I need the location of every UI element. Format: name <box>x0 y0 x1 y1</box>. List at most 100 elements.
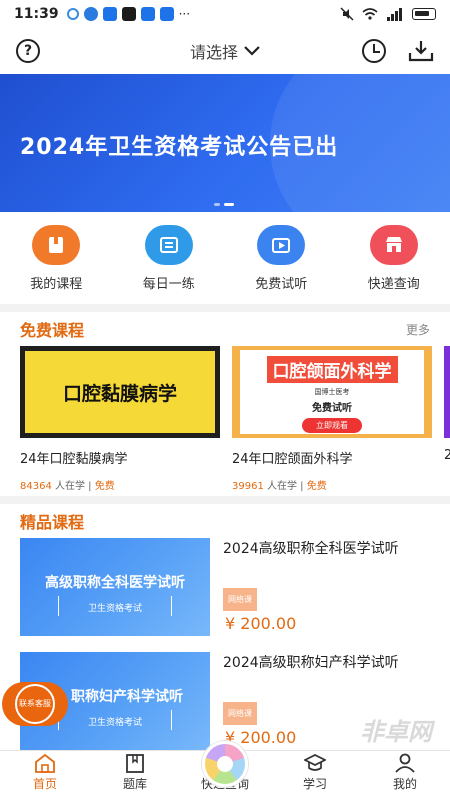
notif-app-icon-4 <box>121 7 136 21</box>
notif-app-icon-6 <box>159 7 174 21</box>
exam-selector-label: 请选择 <box>189 43 239 62</box>
thumbnail-tag: 免费试听 <box>312 403 352 414</box>
quick-nav-my-courses[interactable]: 我的课程 <box>6 224 106 292</box>
practice-icon <box>144 224 193 265</box>
course-thumbnail: 高级职称全科医学试听 卫生资格考试 <box>20 538 210 636</box>
quick-nav-label: 快递查询 <box>367 276 420 292</box>
free-courses-header: 免费课程 更多 <box>0 312 450 346</box>
wifi-icon <box>362 8 378 20</box>
video-icon <box>257 224 306 265</box>
quick-nav-free-trial[interactable]: 免费试听 <box>231 224 331 292</box>
status-time: 11:39 <box>14 6 59 22</box>
quick-nav-label: 每日一练 <box>142 276 195 292</box>
notif-more: ··· <box>178 7 191 21</box>
notif-app-icon-1 <box>66 8 79 20</box>
course-price: ¥ 200.00 <box>225 614 297 633</box>
mute-icon <box>340 7 354 21</box>
watermark: 非卓网 <box>360 718 432 746</box>
course-name: 2 <box>444 448 450 463</box>
free-courses-more-link[interactable]: 更多 <box>406 321 430 338</box>
chevron-down-icon <box>244 46 260 56</box>
tab-mine[interactable]: 我的 <box>365 753 445 792</box>
exam-selector[interactable]: 请选择 <box>190 39 260 63</box>
book-icon <box>32 224 81 265</box>
express-query-icon <box>202 741 248 787</box>
banner-dot <box>214 203 220 206</box>
tab-express-query[interactable]: 快递查询 <box>185 741 265 792</box>
tab-label: 我的 <box>392 777 417 791</box>
notification-icons: ··· <box>66 7 191 21</box>
learner-suffix: 人在学 <box>51 481 85 492</box>
tab-question-bank[interactable]: 题库 <box>95 753 175 792</box>
user-icon <box>395 753 415 773</box>
free-courses-title: 免费课程 <box>20 321 85 340</box>
notif-app-icon-2 <box>83 7 98 21</box>
thumbnail-watch-button: 立即观看 <box>302 418 362 433</box>
notif-app-icon-5 <box>140 7 155 21</box>
graduation-cap-icon <box>304 754 326 771</box>
premium-courses-header: 精品课程 <box>0 504 450 538</box>
download-icon[interactable] <box>408 39 434 63</box>
tab-label: 首页 <box>32 777 57 791</box>
free-courses-list: 口腔黏膜病学 24年口腔黏膜病学 84364 人在学 | 免费 口腔颌面外科学 … <box>0 346 450 496</box>
thumbnail-subtitle: 卫生资格考试 <box>87 604 142 614</box>
history-clock-icon[interactable] <box>362 39 386 63</box>
course-title: 2024高级职称妇产科学试听 <box>223 655 399 671</box>
banner-title: 2024年卫生资格考试公告已出 <box>20 135 339 160</box>
course-thumbnail: 口腔黏膜病学 <box>20 346 220 438</box>
course-meta: 39961 人在学 | 免费 <box>232 477 432 492</box>
promo-banner[interactable]: 2024年卫生资格考试公告已出 <box>0 74 450 212</box>
course-thumbnail <box>444 346 450 438</box>
learner-count: 39961 <box>232 481 264 492</box>
banner-dot-active <box>224 203 234 206</box>
thumbnail-title: 口腔颌面外科学 <box>266 356 398 383</box>
thumbnail-title: 口腔黏膜病学 <box>25 351 215 433</box>
meta-separator: | <box>85 481 95 492</box>
free-courses-section: 免费课程 更多 口腔黏膜病学 24年口腔黏膜病学 84364 人在学 | 免费 … <box>0 312 450 496</box>
app-header: ? 请选择 <box>0 28 450 74</box>
quick-nav-label: 免费试听 <box>255 276 308 292</box>
customer-service-button[interactable]: 联系客服 <box>2 682 68 726</box>
free-tag: 免费 <box>306 481 327 492</box>
help-icon[interactable]: ? <box>16 39 40 63</box>
question-bank-icon <box>126 754 144 773</box>
home-icon <box>35 753 55 773</box>
learner-count: 84364 <box>20 481 52 492</box>
course-type-badge: 网络课 <box>223 588 257 611</box>
thumbnail-title: 高级职称全科医学试听 <box>45 575 185 591</box>
tab-label: 题库 <box>122 777 147 791</box>
free-course-card[interactable]: 口腔颌面外科学 国博士医考 免费试听 立即观看 24年口腔颌面外科学 39961… <box>232 346 432 492</box>
header-actions <box>362 39 434 63</box>
banner-pagination <box>214 203 234 206</box>
thumbnail-brand: 国博士医考 <box>314 388 350 396</box>
app-screen: 11:39 ··· ? 请选择 2024年卫生资格考试公告已出 我的课程 每日一… <box>0 0 450 800</box>
course-meta: 84364 人在学 | 免费 <box>20 477 220 492</box>
course-name: 24年口腔颌面外科学 <box>232 452 353 467</box>
status-right <box>340 7 436 21</box>
meta-separator: | <box>297 481 307 492</box>
notif-app-icon-3 <box>102 7 117 21</box>
free-course-card[interactable]: 口腔黏膜病学 24年口腔黏膜病学 84364 人在学 | 免费 <box>20 346 220 492</box>
course-name: 24年口腔黏膜病学 <box>20 452 128 467</box>
course-thumbnail: 口腔颌面外科学 国博士医考 免费试听 立即观看 <box>232 346 432 438</box>
premium-courses-title: 精品课程 <box>20 513 85 532</box>
thumbnail-paper: 口腔颌面外科学 国博士医考 免费试听 立即观看 <box>240 350 424 434</box>
tab-study[interactable]: 学习 <box>275 753 355 792</box>
free-tag: 免费 <box>94 481 115 492</box>
premium-course-item[interactable]: 高级职称全科医学试听 卫生资格考试 2024高级职称全科医学试听 网络课 ¥ 2… <box>20 538 440 638</box>
customer-service-label: 联系客服 <box>15 684 55 724</box>
store-icon <box>369 224 418 265</box>
free-course-card-partial[interactable]: 2 <box>444 346 450 463</box>
quick-nav-daily-practice[interactable]: 每日一练 <box>119 224 219 292</box>
status-bar: 11:39 ··· <box>0 0 450 28</box>
bottom-tab-bar: 首页 题库 快递查询 学习 我的 <box>0 741 450 800</box>
course-title: 2024高级职称全科医学试听 <box>223 541 399 557</box>
quick-nav-express-query[interactable]: 快递查询 <box>344 224 444 292</box>
quick-nav: 我的课程 每日一练 免费试听 快递查询 <box>0 212 450 304</box>
quick-nav-label: 我的课程 <box>30 276 83 292</box>
learner-suffix: 人在学 <box>263 481 297 492</box>
tab-label: 学习 <box>302 777 327 791</box>
course-type-badge: 网络课 <box>223 702 257 725</box>
battery-icon <box>412 8 436 20</box>
tab-home[interactable]: 首页 <box>5 753 85 792</box>
